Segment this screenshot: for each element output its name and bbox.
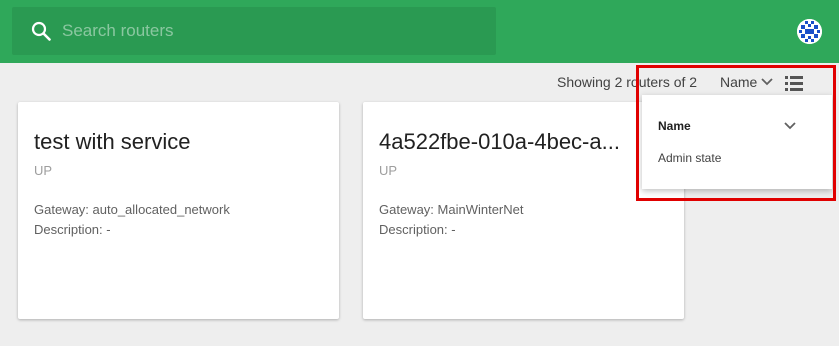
router-status: UP [379,163,398,178]
highlight-box [636,65,836,201]
router-description: Description: - [34,222,111,237]
router-gateway: Gateway: auto_allocated_network [34,202,230,217]
search-icon [31,21,51,41]
router-status: UP [34,163,53,178]
search-bar[interactable] [12,7,496,55]
router-gateway: Gateway: MainWinterNet [379,202,524,217]
avatar-pattern-icon [797,19,822,44]
avatar[interactable] [797,19,822,44]
router-name: test with service [34,129,191,154]
search-input[interactable] [62,7,482,55]
router-card[interactable]: test with service UP Gateway: auto_alloc… [18,102,339,319]
router-name: 4a522fbe-010a-4bec-a... [379,129,620,154]
top-app-bar [0,0,839,63]
router-description: Description: - [379,222,456,237]
